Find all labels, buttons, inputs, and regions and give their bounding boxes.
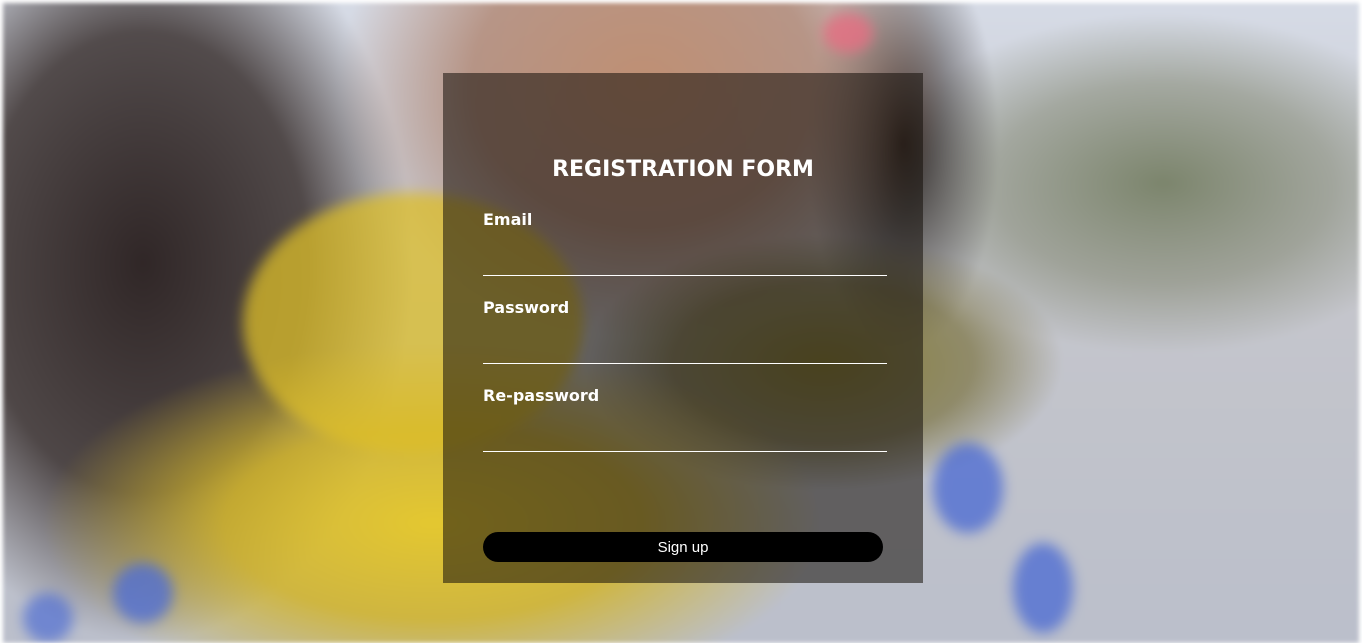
registration-form: REGISTRATION FORM Email Password Re-pass… — [443, 73, 923, 583]
re-password-field[interactable] — [483, 421, 887, 452]
background-blur-blue — [1013, 543, 1073, 633]
page: REGISTRATION FORM Email Password Re-pass… — [0, 0, 1362, 643]
sign-up-button[interactable]: Sign up — [483, 532, 883, 562]
form-title: REGISTRATION FORM — [552, 157, 814, 182]
background-blur-blue — [23, 593, 73, 643]
background-blur-blue — [113, 563, 173, 623]
background-blur-pink — [823, 13, 873, 53]
email-field[interactable] — [483, 245, 887, 276]
email-label: Email — [483, 210, 533, 229]
re-password-label: Re-password — [483, 386, 600, 405]
password-field[interactable] — [483, 333, 887, 364]
password-label: Password — [483, 298, 570, 317]
background-blur-blue — [933, 443, 1003, 533]
